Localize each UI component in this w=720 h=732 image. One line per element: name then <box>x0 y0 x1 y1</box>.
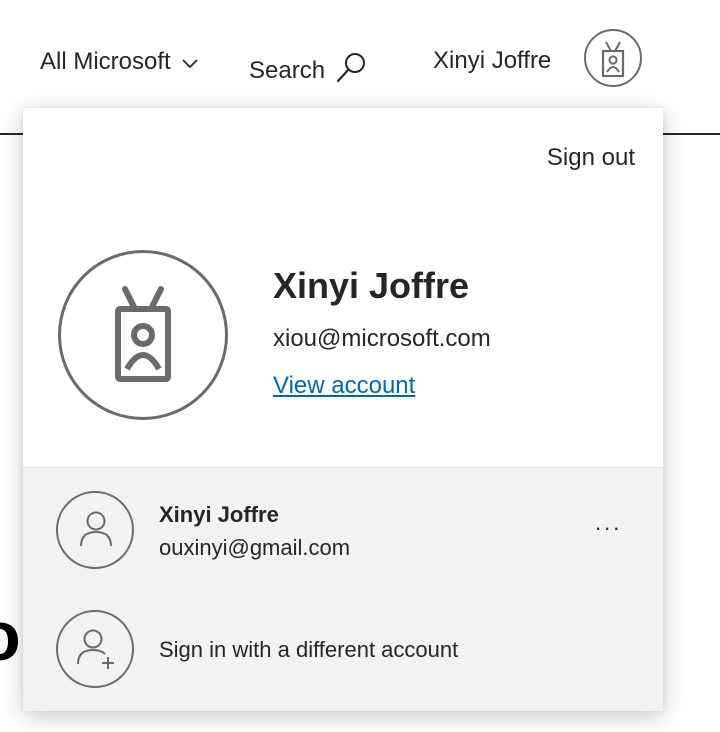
search-button[interactable]: Search <box>249 50 369 91</box>
chevron-down-icon <box>181 48 199 76</box>
view-account-link[interactable]: View account <box>273 372 415 400</box>
other-accounts-section: Xinyi Joffre ouxinyi@gmail.com ... Sign … <box>23 467 663 711</box>
other-account-avatar <box>56 491 134 569</box>
background-heading-fragment: o <box>0 596 21 676</box>
other-account-email: ouxinyi@gmail.com <box>159 535 351 560</box>
sign-out-link[interactable]: Sign out <box>547 144 635 172</box>
add-account-avatar <box>56 610 134 688</box>
search-label: Search <box>249 56 326 84</box>
other-account-name: Xinyi Joffre <box>159 502 279 527</box>
primary-account-name: Xinyi Joffre <box>273 265 470 306</box>
all-microsoft-menu[interactable]: All Microsoft <box>40 48 199 76</box>
more-options-button[interactable]: ... <box>595 510 622 536</box>
primary-account-avatar <box>58 250 228 420</box>
header-avatar-button[interactable] <box>584 29 642 87</box>
all-microsoft-label: All Microsoft <box>40 48 171 75</box>
search-icon <box>335 50 369 91</box>
account-manager-panel: Sign out Xinyi Joffre xiou@microsoft.com… <box>23 108 663 711</box>
header-user-name[interactable]: Xinyi Joffre <box>433 47 551 75</box>
other-account-item[interactable]: Xinyi Joffre ouxinyi@gmail.com ... <box>23 468 663 588</box>
top-navigation-bar: All Microsoft Search Xinyi Joffre <box>0 0 720 120</box>
sign-in-different-account-item[interactable]: Sign in with a different account <box>23 590 663 710</box>
primary-account-email: xiou@microsoft.com <box>273 325 491 352</box>
sign-in-different-account-label: Sign in with a different account <box>159 637 459 662</box>
